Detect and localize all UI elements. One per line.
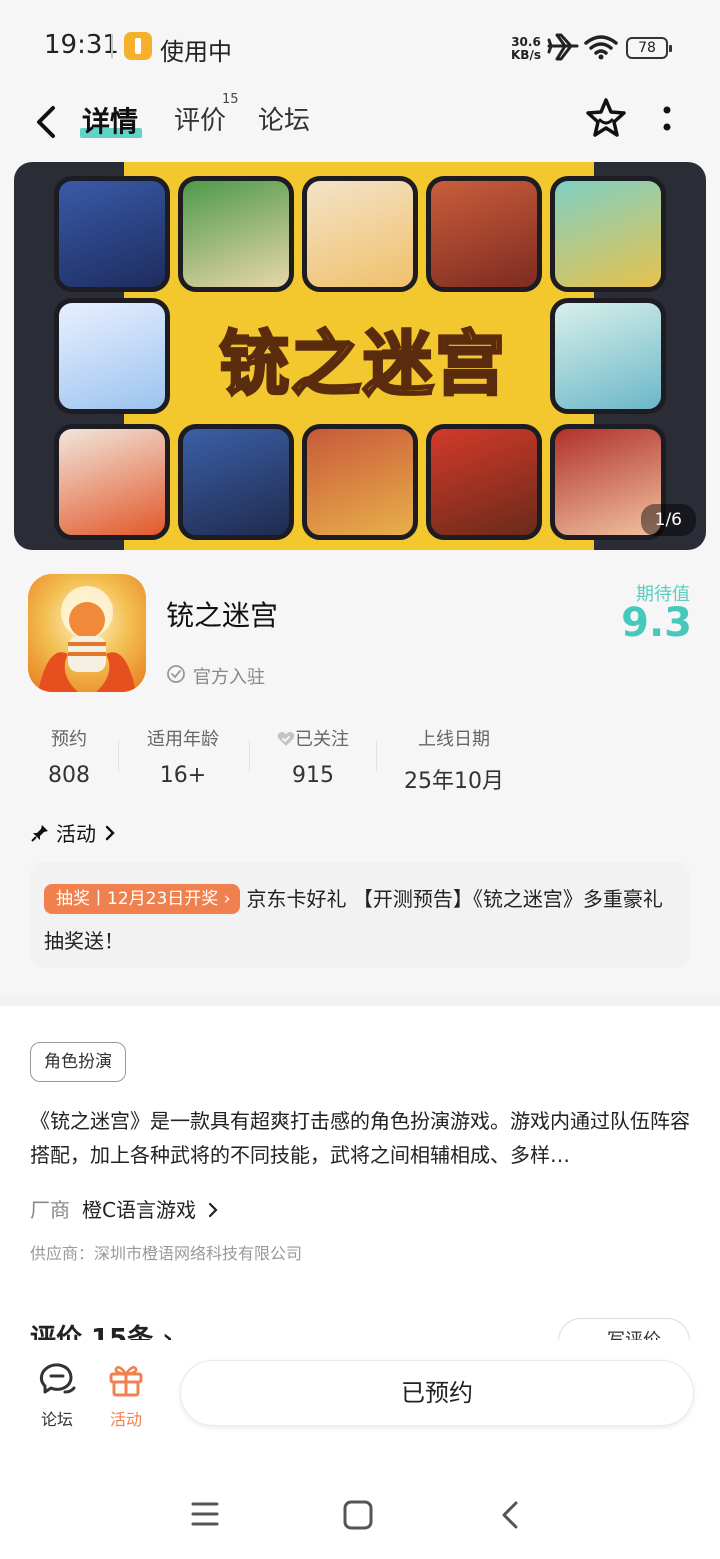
reviews-heading-label: 评价 15条 bbox=[30, 1324, 154, 1340]
more-vertical-icon[interactable] bbox=[652, 100, 682, 140]
hero-portrait bbox=[426, 176, 542, 292]
net-speed-unit: KB/s bbox=[511, 48, 541, 62]
chat-bubble-icon bbox=[39, 1363, 76, 1394]
stat-label: 适用年龄 bbox=[147, 729, 219, 750]
section-divider bbox=[0, 996, 720, 1006]
hero-portrait bbox=[178, 424, 294, 540]
wifi-icon bbox=[584, 35, 618, 60]
battery-icon: 78 bbox=[626, 37, 672, 59]
star-outline-icon[interactable] bbox=[584, 96, 628, 140]
verified-check-icon bbox=[167, 665, 185, 683]
activity-heading-label: 活动 bbox=[56, 822, 96, 846]
stat-divider bbox=[118, 740, 119, 772]
game-description[interactable]: 《铳之迷宫》是一款具有超爽打击感的角色扮演游戏。游戏内通过队伍阵容搭配，加上各种… bbox=[30, 1104, 694, 1172]
status-separator bbox=[111, 34, 113, 58]
bottom-forum-button[interactable]: 论坛 bbox=[27, 1362, 87, 1430]
stat-age-rating: 适用年龄 16+ bbox=[134, 725, 232, 788]
stat-divider bbox=[376, 740, 377, 772]
gift-icon bbox=[109, 1366, 143, 1397]
hero-portrait bbox=[550, 176, 666, 292]
hero-portrait bbox=[550, 298, 666, 414]
hero-portrait bbox=[54, 176, 170, 292]
tab-details[interactable]: 详情 bbox=[82, 100, 138, 140]
banner-game-logo: 铳之迷宫 bbox=[218, 322, 507, 407]
stat-value: 808 bbox=[48, 763, 90, 788]
stat-label-text: 已关注 bbox=[295, 729, 349, 750]
supplier-info: 供应商：深圳市橙语网络科技有限公司 bbox=[30, 1244, 303, 1263]
hero-portrait bbox=[178, 176, 294, 292]
banner-carousel[interactable]: 铳之迷宫 1/6 bbox=[14, 162, 706, 550]
tab-forum[interactable]: 论坛 bbox=[258, 100, 310, 137]
app-name: 铳之迷宫 bbox=[166, 599, 279, 632]
bottom-activity-button[interactable]: 活动 bbox=[96, 1362, 156, 1430]
genre-tag[interactable]: 角色扮演 bbox=[30, 1042, 126, 1082]
app-status-text: 使用中 bbox=[160, 38, 232, 66]
app-icon bbox=[28, 574, 146, 692]
flashlight-app-icon bbox=[124, 32, 152, 60]
stat-label: 预约 bbox=[51, 729, 87, 750]
stat-launch-date: 上线日期 25年10月 bbox=[396, 725, 512, 795]
heart-check-icon bbox=[277, 732, 295, 746]
back-chevron-icon[interactable] bbox=[498, 1500, 524, 1530]
bottom-forum-label: 论坛 bbox=[40, 1410, 73, 1429]
home-square-icon[interactable] bbox=[342, 1500, 374, 1530]
bottom-activity-label: 活动 bbox=[109, 1410, 142, 1429]
anticipation-score: 9.3 bbox=[621, 600, 692, 646]
official-label: 官方入驻 bbox=[193, 667, 265, 688]
reviews-count-badge: 15 bbox=[222, 92, 239, 107]
hero-portrait bbox=[54, 298, 170, 414]
hero-portrait bbox=[426, 424, 542, 540]
chevron-right-icon bbox=[105, 825, 115, 840]
tab-reviews[interactable]: 评价 bbox=[174, 100, 226, 137]
vendor-row[interactable]: 厂商 橙C语言游戏 bbox=[30, 1194, 220, 1223]
vendor-name: 橙C语言游戏 bbox=[82, 1198, 196, 1222]
menu-icon[interactable] bbox=[190, 1500, 220, 1528]
stat-label: 已关注 bbox=[262, 725, 364, 751]
hero-portrait bbox=[302, 176, 418, 292]
stat-divider bbox=[249, 740, 250, 772]
hero-portrait bbox=[302, 424, 418, 540]
hero-portrait bbox=[54, 424, 170, 540]
write-review-button[interactable]: 写评价 bbox=[558, 1318, 690, 1340]
app-icon-art bbox=[38, 586, 136, 692]
net-speed: 30.6 KB/s bbox=[508, 36, 544, 62]
stat-followers[interactable]: 已关注 915 bbox=[262, 725, 364, 788]
stat-value: 915 bbox=[292, 763, 334, 788]
vendor-label: 厂商 bbox=[30, 1198, 70, 1222]
system-nav-bar bbox=[0, 1470, 720, 1559]
net-speed-value: 30.6 bbox=[511, 35, 541, 49]
top-nav: 详情 评价 15 论坛 bbox=[0, 90, 720, 158]
lottery-pill-label: 抽奖丨12月23日开奖 bbox=[56, 889, 219, 909]
pin-icon bbox=[31, 824, 48, 842]
stat-value: 16+ bbox=[159, 763, 207, 788]
back-arrow-icon[interactable] bbox=[26, 100, 70, 144]
status-time: 19:31 bbox=[44, 30, 119, 60]
lottery-pill[interactable]: 抽奖丨12月23日开奖 › bbox=[44, 884, 241, 914]
status-bar: 19:31 使用中 30.6 KB/s 78 bbox=[0, 0, 720, 90]
stat-reservations: 预约 808 bbox=[30, 725, 108, 788]
airplane-mode-icon bbox=[547, 33, 579, 61]
activity-card[interactable]: 抽奖丨12月23日开奖 › 京东卡好礼 【开测预告】《铳之迷宫》多重豪礼抽奖送！ bbox=[30, 862, 690, 968]
write-review-label: 写评价 bbox=[558, 1318, 690, 1340]
chevron-right-icon bbox=[209, 1202, 218, 1218]
activity-heading[interactable]: 活动 bbox=[30, 818, 118, 847]
stat-value: 25年10月 bbox=[404, 769, 504, 794]
banner-page-counter: 1/6 bbox=[640, 504, 696, 536]
stat-label: 上线日期 bbox=[418, 729, 490, 750]
reserved-button[interactable]: 已预约 bbox=[180, 1360, 694, 1426]
